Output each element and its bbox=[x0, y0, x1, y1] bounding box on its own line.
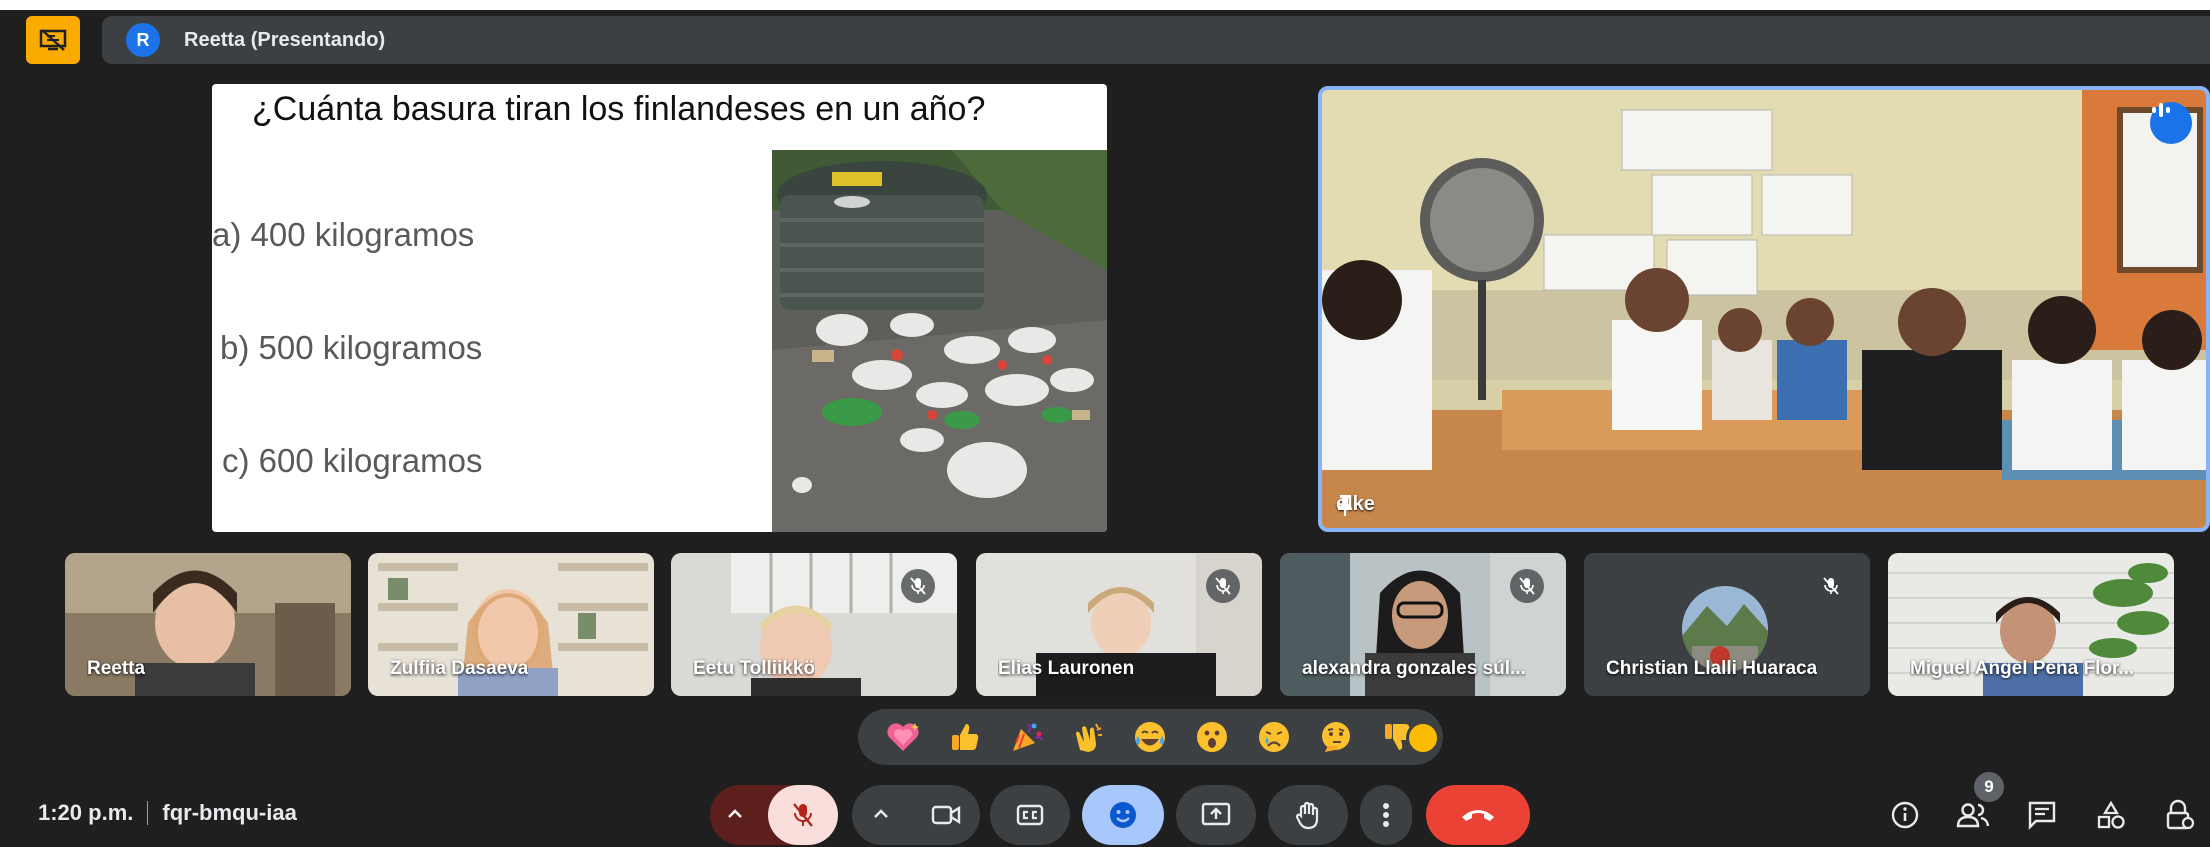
mic-options-chevron-icon[interactable] bbox=[724, 803, 746, 830]
speaking-indicator-icon bbox=[2150, 102, 2192, 144]
participant-tile[interactable]: Reetta bbox=[65, 553, 351, 696]
raise-hand-button[interactable] bbox=[1268, 785, 1348, 845]
more-vert-icon bbox=[1383, 803, 1389, 827]
stop-presenting-icon[interactable] bbox=[26, 16, 80, 64]
mic-off-icon bbox=[1510, 569, 1544, 603]
featured-name-label: elke bbox=[1336, 493, 1375, 516]
slide-option-b: b) 500 kilogramos bbox=[220, 329, 483, 366]
thumbs-up-icon[interactable] bbox=[945, 717, 985, 757]
participant-name: Elias Lauronen bbox=[998, 658, 1135, 679]
camera-toggle-button[interactable] bbox=[912, 785, 980, 845]
slide-option-c: c) 600 kilogramos bbox=[222, 442, 483, 479]
avatar: R bbox=[126, 23, 160, 57]
activities-button[interactable] bbox=[2091, 795, 2131, 835]
closed-captions-icon bbox=[1016, 804, 1044, 826]
crying-face-icon[interactable] bbox=[1254, 717, 1294, 757]
skin-tone-selector[interactable] bbox=[1406, 721, 1440, 755]
mic-toggle-button[interactable] bbox=[768, 785, 838, 845]
surprised-face-icon[interactable] bbox=[1192, 717, 1232, 757]
host-controls-button[interactable] bbox=[2160, 795, 2200, 835]
chat-button[interactable] bbox=[2022, 795, 2062, 835]
people-button[interactable] bbox=[1953, 795, 1993, 835]
slide-title: ¿Cuánta basura tiran los finlandeses en … bbox=[252, 90, 986, 128]
mic-off-icon bbox=[901, 569, 935, 603]
window-top-strip bbox=[0, 0, 2210, 10]
reactions-bar bbox=[858, 709, 1443, 765]
leave-call-button[interactable] bbox=[1426, 785, 1530, 845]
slide-option-a: a) 400 kilogramos bbox=[212, 216, 475, 253]
meeting-code[interactable]: fqr-bmqu-iaa bbox=[162, 800, 296, 826]
classroom-video bbox=[1322, 90, 2206, 528]
participant-name: Reetta bbox=[87, 658, 146, 679]
meeting-details-button[interactable] bbox=[1885, 795, 1925, 835]
participant-tile[interactable]: Elias Lauronen bbox=[976, 553, 1262, 696]
participant-tile[interactable]: Zulfiia Dasaeva bbox=[368, 553, 654, 696]
sparkling-heart-icon[interactable] bbox=[883, 717, 923, 757]
end-call-icon bbox=[1462, 810, 1494, 821]
captions-button[interactable] bbox=[990, 785, 1070, 845]
tears-of-joy-icon[interactable] bbox=[1130, 717, 1170, 757]
participant-name: Zulfiia Dasaeva bbox=[390, 658, 529, 679]
raise-hand-icon bbox=[1295, 801, 1319, 830]
presenter-label: Reetta (Presentando) bbox=[184, 28, 386, 51]
present-screen-icon bbox=[1201, 802, 1231, 826]
camera-options-chevron-icon[interactable] bbox=[870, 803, 892, 830]
participant-tile[interactable]: Eetu Tolliikkö bbox=[671, 553, 957, 696]
camera-control-group bbox=[852, 785, 980, 845]
chat-icon bbox=[2028, 801, 2056, 830]
smiley-icon bbox=[1110, 802, 1136, 828]
thinking-face-icon[interactable] bbox=[1316, 717, 1356, 757]
participant-name: Miguel Angel Pena Flor... bbox=[1910, 658, 2135, 679]
meeting-time: 1:20 p.m. bbox=[38, 800, 134, 825]
participant-name: Christian Llalli Huaraca bbox=[1606, 658, 1818, 679]
activities-icon bbox=[2097, 800, 2125, 829]
more-options-button[interactable] bbox=[1360, 785, 1412, 845]
lock-person-icon bbox=[2166, 799, 2195, 830]
video-camera-icon bbox=[931, 805, 961, 825]
mic-off-icon bbox=[793, 803, 813, 827]
mic-off-icon bbox=[1814, 569, 1848, 603]
shared-slide: ¿Cuánta basura tiran los finlandeses en … bbox=[212, 84, 1107, 532]
participant-name: Eetu Tolliikkö bbox=[693, 658, 816, 679]
meeting-info: 1:20 p.m. fqr-bmqu-iaa bbox=[38, 800, 297, 826]
participant-tile[interactable]: alexandra gonzales súl... bbox=[1280, 553, 1566, 696]
info-icon bbox=[1891, 801, 1919, 829]
party-popper-icon[interactable] bbox=[1007, 717, 1047, 757]
participant-tile[interactable]: Miguel Angel Pena Flor... bbox=[1888, 553, 2174, 696]
clapping-hands-icon[interactable] bbox=[1069, 717, 1109, 757]
garbage-photo bbox=[772, 150, 1107, 532]
divider bbox=[147, 801, 149, 825]
pin-icon[interactable] bbox=[1336, 493, 1354, 517]
participant-tile[interactable]: Christian Llalli Huaraca bbox=[1584, 553, 1870, 696]
reactions-button[interactable] bbox=[1082, 785, 1164, 845]
participant-name: alexandra gonzales súl... bbox=[1302, 658, 1526, 679]
mic-control-group bbox=[710, 785, 838, 845]
present-screen-button[interactable] bbox=[1176, 785, 1256, 845]
presenter-bar: R Reetta (Presentando) bbox=[102, 16, 2210, 64]
featured-video[interactable]: elke bbox=[1318, 86, 2210, 532]
people-icon bbox=[1956, 803, 1990, 828]
mic-off-icon bbox=[1206, 569, 1240, 603]
